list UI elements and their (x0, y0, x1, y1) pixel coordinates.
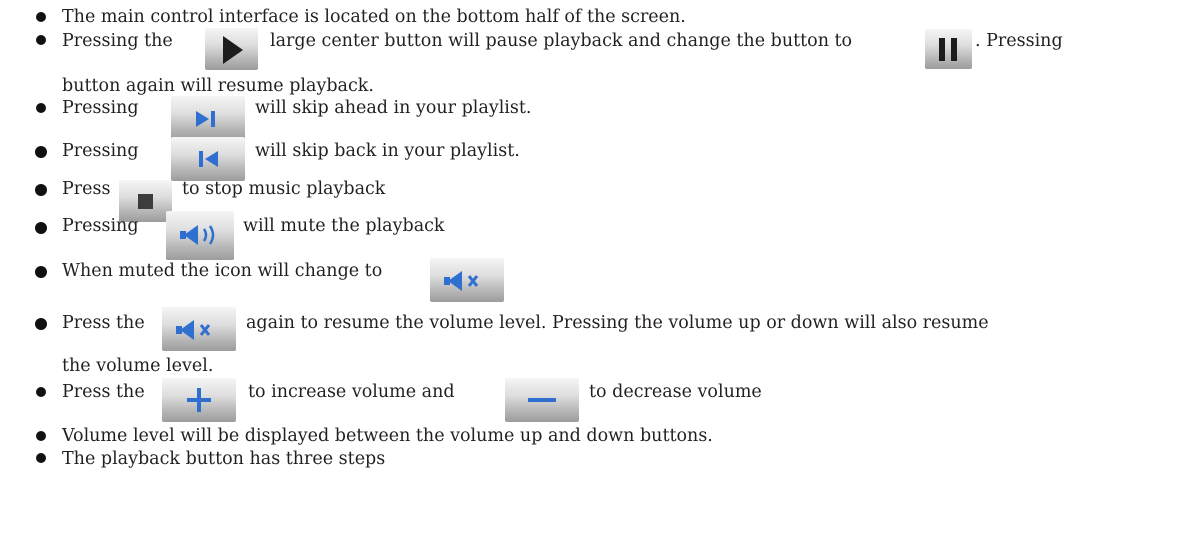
list-item-text: again to resume the volume level. Pressi… (246, 313, 989, 333)
list-item-text: Pressing (62, 141, 139, 161)
list-item-text: to stop music playback (182, 179, 386, 199)
bullet (36, 453, 46, 463)
list-item-text: Volume level will be displayed between t… (62, 426, 713, 446)
pause-icon (925, 29, 972, 69)
list-item-text: will skip ahead in your playlist. (255, 98, 532, 118)
plus-icon (162, 378, 236, 422)
muted-icon (162, 307, 236, 351)
bullet (36, 103, 46, 113)
bullet (35, 222, 47, 234)
list-item-text: button again will resume playback. (62, 76, 374, 96)
bullet (35, 146, 47, 158)
list-item-text: Pressing (62, 98, 139, 118)
list-item-text: The playback button has three steps (62, 449, 386, 469)
bullet (36, 431, 46, 441)
list-item-text: to increase volume and (248, 382, 455, 402)
skip-back-icon (171, 137, 245, 181)
list-item-text: Pressing (62, 216, 139, 236)
list-item-text: Press (62, 179, 111, 199)
list-item-text: When muted the icon will change to (62, 261, 383, 281)
skip-forward-icon (171, 96, 245, 140)
minus-icon (505, 378, 579, 422)
bullet (36, 387, 46, 397)
list-item-text: to decrease volume (589, 382, 762, 402)
bullet (35, 318, 47, 330)
bullet (36, 12, 46, 22)
bullet (36, 35, 46, 45)
bullet (35, 266, 47, 278)
list-item-text: Pressing the (62, 31, 173, 51)
list-item-text: Press the (62, 382, 145, 402)
list-item-text: the volume level. (62, 356, 214, 376)
list-item-text: . Pressing (975, 31, 1063, 51)
list-item-text: Press the (62, 313, 145, 333)
list-item-text: large center button will pause playback … (270, 31, 853, 51)
list-item-text: will skip back in your playlist. (255, 141, 520, 161)
muted-icon (430, 258, 504, 302)
play-icon (205, 28, 258, 70)
volume-icon (166, 211, 234, 260)
bullet (35, 184, 47, 196)
list-item-text: The main control interface is located on… (62, 7, 686, 27)
list-item-text: will mute the playback (243, 216, 445, 236)
